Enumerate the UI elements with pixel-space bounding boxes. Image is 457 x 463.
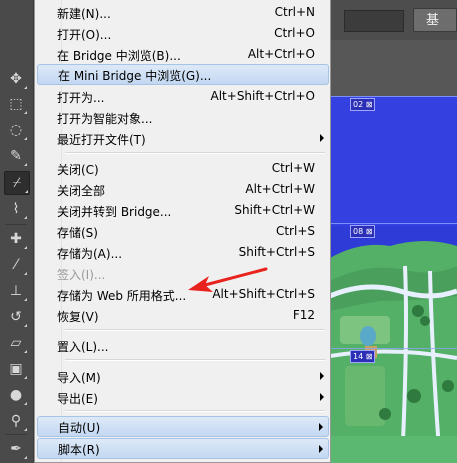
- workspace-button[interactable]: 基: [413, 8, 457, 32]
- menu-item-browse-in-bridge[interactable]: 在 Bridge 中浏览(B)... Alt+Ctrl+O: [37, 44, 329, 65]
- menu-separator: [65, 359, 325, 361]
- lasso-tool-icon[interactable]: ◌: [4, 119, 28, 141]
- menu-item-open-as[interactable]: 打开为... Alt+Shift+Ctrl+O: [37, 86, 329, 107]
- eraser-tool-icon[interactable]: ▱: [4, 332, 28, 354]
- menu-item-open[interactable]: 打开(O)... Ctrl+O: [37, 23, 329, 44]
- menu-item-import[interactable]: 导入(M): [37, 366, 329, 387]
- menu-item-place[interactable]: 置入(L)...: [37, 335, 329, 356]
- eyedropper-tool-icon[interactable]: ⌇: [4, 198, 28, 220]
- blur-tool-icon[interactable]: ●: [4, 384, 28, 406]
- menu-item-automate[interactable]: 自动(U): [37, 416, 329, 437]
- options-bar: 基: [330, 0, 457, 41]
- gradient-tool-icon[interactable]: ▣: [4, 358, 28, 380]
- clone-stamp-tool-icon[interactable]: ⊥: [4, 280, 28, 302]
- options-field[interactable]: [344, 10, 404, 32]
- healing-brush-tool-icon[interactable]: ✚: [4, 228, 28, 250]
- menu-item-save-as[interactable]: 存储为(A)... Shift+Ctrl+S: [37, 242, 329, 263]
- tools-panel: ✥ ⬚ ◌ ✎ ⌿ ⌇ ✚ ⁄ ⊥ ↺ ▱ ▣ ● ⚲ ✒: [0, 0, 34, 463]
- file-menu: 新建(N)... Ctrl+N 打开(O)... Ctrl+O 在 Bridge 中…: [34, 0, 331, 463]
- submenu-arrow-icon: [320, 372, 324, 380]
- menu-separator: [65, 329, 325, 331]
- menu-item-close-and-go-to-bridge[interactable]: 关闭并转到 Bridge... Shift+Ctrl+W: [37, 200, 329, 221]
- menu-separator: [65, 410, 325, 412]
- menu-item-new[interactable]: 新建(N)... Ctrl+N: [37, 2, 329, 23]
- marquee-tool-icon[interactable]: ⬚: [4, 93, 28, 115]
- map-illustration: [330, 96, 457, 463]
- submenu-arrow-icon: [320, 393, 324, 401]
- submenu-arrow-icon: [320, 134, 324, 142]
- menu-item-save-for-web[interactable]: 存储为 Web 所用格式... Alt+Shift+Ctrl+S: [37, 284, 329, 305]
- slice-label: 08 ⊠: [350, 225, 376, 238]
- menu-item-close-all[interactable]: 关闭全部 Alt+Ctrl+W: [37, 179, 329, 200]
- quick-selection-tool-icon[interactable]: ✎: [4, 145, 28, 167]
- menu-item-open-as-smart-object[interactable]: 打开为智能对象...: [37, 107, 329, 128]
- history-brush-tool-icon[interactable]: ↺: [4, 306, 28, 328]
- menu-item-revert[interactable]: 恢复(V) F12: [37, 305, 329, 326]
- menu-separator: [65, 152, 325, 154]
- submenu-arrow-icon: [319, 423, 323, 431]
- menu-item-save[interactable]: 存储(S) Ctrl+S: [37, 221, 329, 242]
- pen-tool-icon[interactable]: ✒: [4, 438, 28, 460]
- move-tool-icon[interactable]: ✥: [4, 68, 28, 90]
- dodge-tool-icon[interactable]: ⚲: [4, 410, 28, 432]
- menu-item-scripts[interactable]: 脚本(R): [37, 438, 329, 459]
- slice-label: 02 ⊠: [350, 98, 376, 111]
- menu-item-check-in: 签入(I)...: [57, 268, 106, 282]
- slice-label: 14 ⊠: [350, 350, 376, 363]
- menu-item-export[interactable]: 导出(E): [37, 387, 329, 408]
- menu-item-open-recent[interactable]: 最近打开文件(T): [37, 128, 329, 149]
- brush-tool-icon[interactable]: ⁄: [4, 254, 28, 276]
- crop-tool-icon[interactable]: ⌿: [4, 171, 30, 195]
- menu-item-browse-in-mini-bridge[interactable]: 在 Mini Bridge 中浏览(G)...: [37, 64, 329, 85]
- canvas-area: 02 ⊠ 08 ⊠ 14 ⊠: [330, 40, 457, 463]
- menu-item-close[interactable]: 关闭(C) Ctrl+W: [37, 158, 329, 179]
- submenu-arrow-icon: [319, 445, 323, 453]
- document-canvas[interactable]: 02 ⊠ 08 ⊠ 14 ⊠: [330, 96, 457, 463]
